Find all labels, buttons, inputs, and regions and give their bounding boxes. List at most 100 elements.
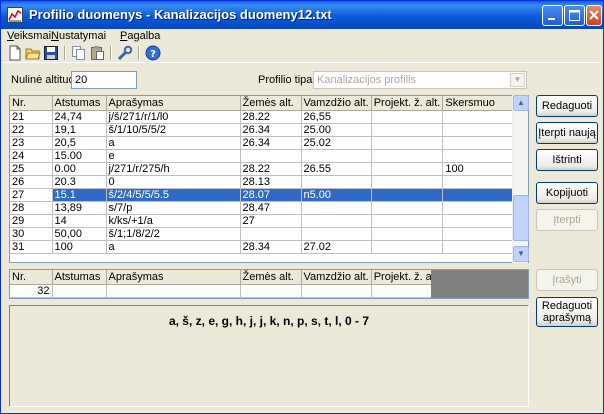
copy-icon[interactable] xyxy=(71,45,87,61)
table-cell[interactable] xyxy=(442,214,514,228)
table-cell[interactable]: 27.02 xyxy=(301,240,372,254)
table-cell[interactable] xyxy=(371,227,444,241)
table-row[interactable]: 23 20,5 a 26.34 25.02 xyxy=(10,136,514,150)
column-header[interactable]: Projekt. ž. alt. xyxy=(371,96,444,111)
table-cell[interactable]: 28.34 xyxy=(240,240,302,254)
maximize-button[interactable] xyxy=(564,5,585,26)
table-cell[interactable]: 27 xyxy=(240,214,302,228)
new-row-grid[interactable]: Nr. Atstumas Aprašymas Žemės alt. Vamzdžio a… xyxy=(9,269,529,299)
table-cell[interactable] xyxy=(442,110,514,124)
scroll-down-icon[interactable]: ▼ xyxy=(513,246,529,262)
table-cell[interactable]: 19,1 xyxy=(52,123,107,137)
table-row[interactable]: 31 100 a 28.34 27.02 xyxy=(10,240,514,254)
table-cell[interactable] xyxy=(371,110,444,124)
table-cell[interactable] xyxy=(240,227,302,241)
table-cell[interactable] xyxy=(371,136,444,150)
table-cell[interactable]: 26.34 xyxy=(240,136,302,150)
scroll-up-icon[interactable]: ▲ xyxy=(513,95,529,111)
minimize-button[interactable] xyxy=(542,5,563,26)
table-cell[interactable]: 25 xyxy=(10,162,53,176)
table-cell[interactable]: 25.02 xyxy=(301,136,372,150)
table-cell[interactable] xyxy=(301,214,372,228)
table-cell[interactable] xyxy=(371,149,444,163)
help-icon[interactable]: ? xyxy=(145,45,161,61)
table-cell[interactable]: 27 xyxy=(10,188,53,202)
table-cell[interactable]: 21 xyxy=(10,110,53,124)
table-row[interactable]: 24 15.00 e xyxy=(10,149,514,163)
table-cell[interactable]: 15.00 xyxy=(52,149,107,163)
table-cell[interactable]: 100 xyxy=(442,162,514,176)
table-cell[interactable]: 20,5 xyxy=(52,136,107,150)
table-cell[interactable] xyxy=(301,227,372,241)
table-cell[interactable] xyxy=(371,188,444,202)
new-row-cell[interactable] xyxy=(240,284,302,298)
table-row[interactable]: 22 19,1 š/1/10/5/5/2 26.34 25.00 xyxy=(10,123,514,137)
new-row-cell[interactable] xyxy=(301,284,372,298)
menu-veiksmai[interactable]: Veiksmai xyxy=(7,30,51,42)
edit-button[interactable]: Redaguoti xyxy=(536,95,598,117)
table-row[interactable]: 25 0.00 j/271/r/275/h 28.22 26.55 100 xyxy=(10,162,514,176)
new-row-cell[interactable] xyxy=(52,284,107,298)
table-cell[interactable]: 20.3 xyxy=(52,175,107,189)
table-cell[interactable]: 31 xyxy=(10,240,53,254)
table-cell[interactable]: 14 xyxy=(52,214,107,228)
tools-icon[interactable] xyxy=(117,45,133,61)
table-cell[interactable]: e xyxy=(106,149,241,163)
table-cell[interactable] xyxy=(240,149,302,163)
column-header[interactable]: Aprašymas xyxy=(106,96,241,111)
table-cell[interactable] xyxy=(442,201,514,215)
chevron-down-icon[interactable]: ▼ xyxy=(510,73,525,87)
table-cell[interactable]: 28 xyxy=(10,201,53,215)
table-cell[interactable]: 26.55 xyxy=(301,162,372,176)
table-row[interactable]: 28 13,89 s/7/p 28.47 xyxy=(10,201,514,215)
table-cell[interactable]: 0 xyxy=(106,175,241,189)
table-cell[interactable]: 15.1 xyxy=(52,188,107,202)
grid-scrollbar[interactable]: ▲ ▼ xyxy=(512,95,529,263)
table-cell[interactable]: 22 xyxy=(10,123,53,137)
table-cell[interactable]: 26.34 xyxy=(240,123,302,137)
table-cell[interactable] xyxy=(301,201,372,215)
scroll-thumb[interactable] xyxy=(513,195,529,241)
new-row-cell[interactable] xyxy=(106,284,241,298)
table-cell[interactable]: n5.00 xyxy=(301,188,372,202)
table-cell[interactable] xyxy=(371,175,444,189)
table-cell[interactable]: a xyxy=(106,240,241,254)
table-cell[interactable]: š/1;1/8/2/2 xyxy=(106,227,241,241)
table-row[interactable]: 26 20.3 0 28.13 xyxy=(10,175,514,189)
table-cell[interactable]: 24,74 xyxy=(52,110,107,124)
table-cell[interactable]: 28.13 xyxy=(240,175,302,189)
profile-data-grid[interactable]: Nr. Atstumas Aprašymas Žemės alt. Vamzdžio a… xyxy=(9,95,529,263)
delete-button[interactable]: Ištrinti xyxy=(536,149,598,171)
table-cell[interactable]: 28.47 xyxy=(240,201,302,215)
menu-nustatymai[interactable]: Nustatymai xyxy=(51,30,106,42)
edit-description-button[interactable]: Redaguoti aprašymą xyxy=(536,297,598,327)
table-cell[interactable]: 25.00 xyxy=(301,123,372,137)
table-cell[interactable]: s/7/p xyxy=(106,201,241,215)
table-cell[interactable]: 100 xyxy=(52,240,107,254)
table-cell[interactable]: 28.22 xyxy=(240,110,302,124)
column-header[interactable]: Vamzdžio alt. xyxy=(301,96,372,111)
table-cell[interactable] xyxy=(371,162,444,176)
new-row-number[interactable]: 32 xyxy=(10,284,53,298)
write-button[interactable]: Įrašyti xyxy=(536,269,598,291)
table-cell[interactable]: 0.00 xyxy=(52,162,107,176)
table-row[interactable]: 29 14 k/ks/+1/a 27 xyxy=(10,214,514,228)
table-cell[interactable] xyxy=(442,188,514,202)
table-cell[interactable]: a xyxy=(106,136,241,150)
save-icon[interactable] xyxy=(43,45,59,61)
table-row[interactable]: 21 24,74 j/š/271/r/1/l0 28.22 26,55 xyxy=(10,110,514,124)
title-bar[interactable]: Profilio duomenys - Kanalizacijos duomen… xyxy=(1,1,603,29)
table-cell[interactable]: š/2/4/5/5/5.5 xyxy=(106,188,241,202)
table-cell[interactable]: 50,00 xyxy=(52,227,107,241)
table-cell[interactable] xyxy=(371,123,444,137)
table-cell[interactable] xyxy=(442,240,514,254)
paste-icon[interactable] xyxy=(89,45,105,61)
copy-button[interactable]: Kopijuoti xyxy=(536,182,598,204)
table-cell[interactable] xyxy=(371,240,444,254)
column-header[interactable]: Žemės alt. xyxy=(240,96,302,111)
table-cell[interactable]: 28.07 xyxy=(240,188,302,202)
table-cell[interactable]: 29 xyxy=(10,214,53,228)
table-cell[interactable] xyxy=(442,149,514,163)
table-cell[interactable]: k/ks/+1/a xyxy=(106,214,241,228)
table-cell[interactable] xyxy=(442,123,514,137)
